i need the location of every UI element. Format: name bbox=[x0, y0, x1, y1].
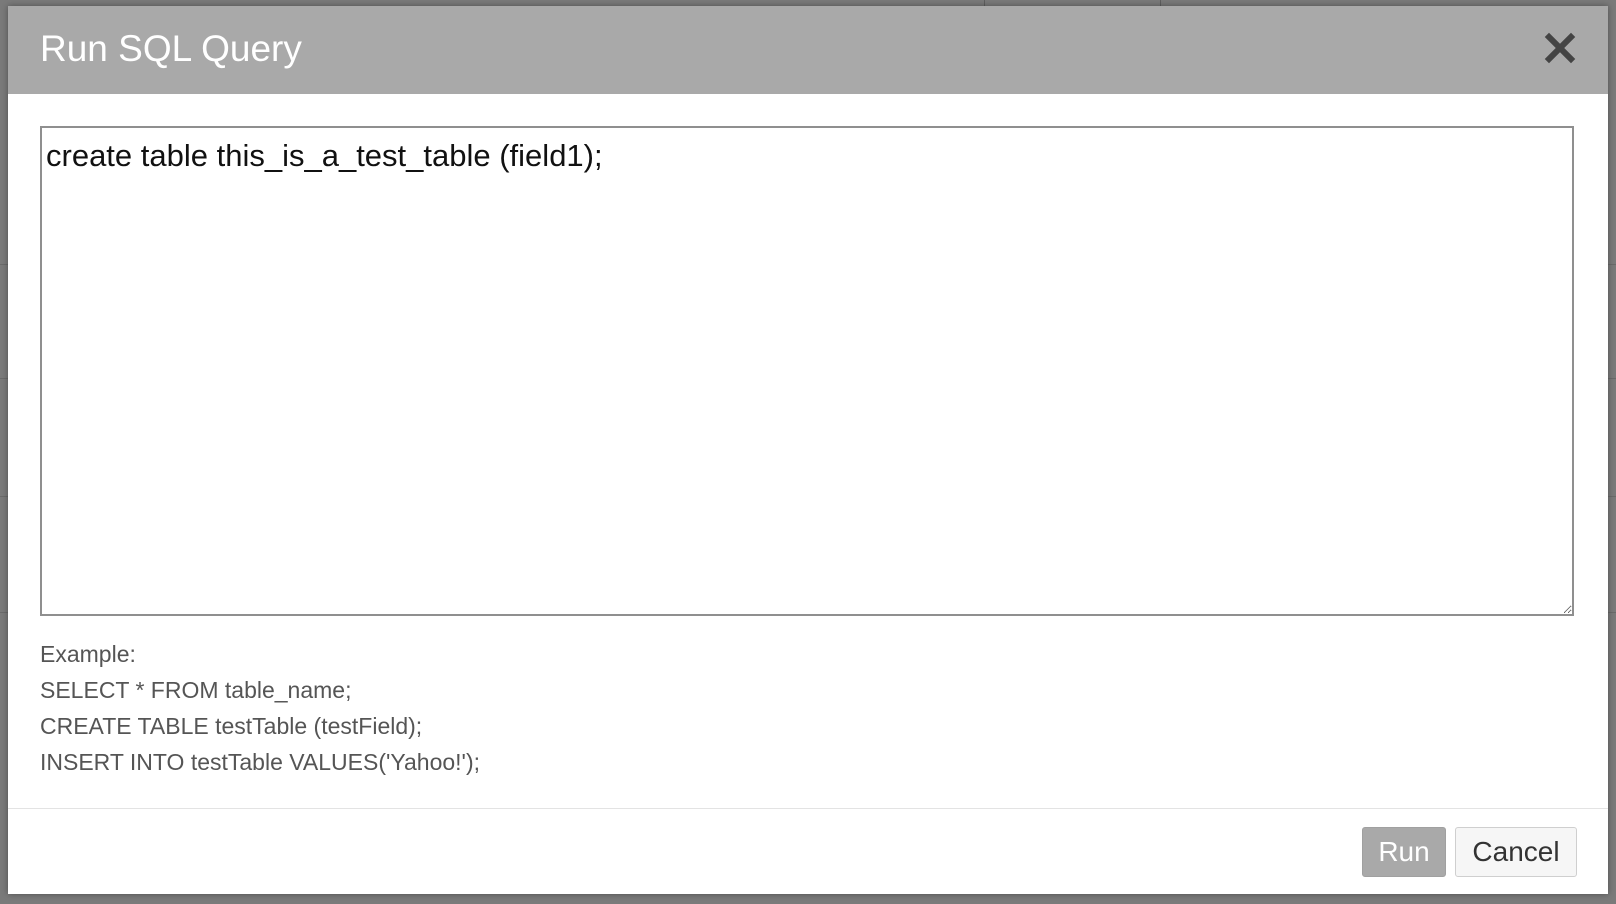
example-queries: Example: SELECT * FROM table_name; CREAT… bbox=[40, 636, 480, 780]
dialog-title: Run SQL Query bbox=[40, 28, 302, 69]
dialog-footer: Run Cancel bbox=[8, 808, 1608, 895]
cancel-button[interactable]: Cancel bbox=[1455, 827, 1577, 877]
run-button[interactable]: Run bbox=[1362, 827, 1446, 877]
dialog-header: Run SQL Query bbox=[8, 6, 1608, 94]
example-line: INSERT INTO testTable VALUES('Yahoo!'); bbox=[40, 749, 480, 775]
close-button[interactable] bbox=[1540, 28, 1580, 68]
example-heading: Example: bbox=[40, 641, 136, 667]
run-sql-query-dialog: Run SQL Query Example: SELECT * FROM tab… bbox=[8, 6, 1608, 894]
sql-query-input[interactable] bbox=[40, 126, 1574, 616]
close-icon bbox=[1544, 32, 1576, 64]
example-line: SELECT * FROM table_name; bbox=[40, 677, 352, 703]
example-line: CREATE TABLE testTable (testField); bbox=[40, 713, 423, 739]
